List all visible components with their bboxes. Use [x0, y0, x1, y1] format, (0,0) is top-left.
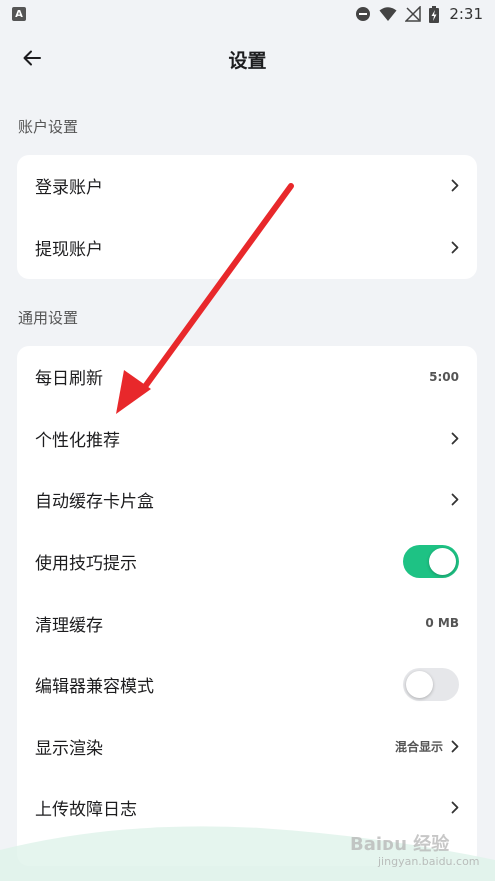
settings-item-clear-cache[interactable]: 清理缓存 0 MB: [17, 592, 477, 654]
status-time: 2:31: [449, 5, 483, 23]
general-settings-card: 每日刷新 5:00 个性化推荐 自动缓存卡片盒 使用技巧提示 清理缓存 0 MB…: [17, 346, 477, 866]
status-bar: A 2:31: [0, 0, 495, 28]
settings-item-label: 个性化推荐: [35, 430, 120, 451]
settings-item-value: 混合显示: [394, 739, 443, 754]
account-settings-card: 登录账户 提现账户: [17, 155, 477, 279]
settings-item-withdraw-account[interactable]: 提现账户: [17, 217, 477, 279]
wifi-icon: [379, 7, 397, 21]
settings-item-daily-refresh[interactable]: 每日刷新 5:00: [17, 346, 477, 408]
settings-item-label: 显示渲染: [35, 738, 103, 759]
app-notification-icon: A: [12, 7, 26, 21]
section-label-account: 账户设置: [18, 118, 79, 136]
watermark-logo: Baiᴅu 经验: [350, 834, 450, 855]
arrow-left-icon: [23, 50, 41, 66]
toggle-knob: [406, 671, 433, 699]
chevron-right-icon: [451, 179, 459, 192]
app-header: 设置: [0, 38, 495, 80]
settings-item-label: 使用技巧提示: [35, 554, 137, 575]
settings-item-label: 上传故障日志: [35, 800, 137, 821]
toggle-knob: [429, 548, 456, 576]
settings-item-label: 提现账户: [35, 239, 103, 260]
settings-item-login-account[interactable]: 登录账户: [17, 155, 477, 217]
settings-item-auto-cache-card-box[interactable]: 自动缓存卡片盒: [17, 469, 477, 531]
do-not-disturb-icon: [356, 7, 371, 21]
settings-item-label: 登录账户: [35, 178, 103, 199]
back-button[interactable]: [18, 44, 46, 72]
chevron-right-icon: [451, 802, 459, 814]
settings-item-label: 清理缓存: [35, 615, 103, 636]
no-signal-icon: [405, 6, 422, 22]
page-title: 设置: [228, 49, 267, 72]
settings-item-value: 5:00: [429, 369, 459, 384]
settings-item-editor-compat-mode: 编辑器兼容模式: [17, 654, 477, 716]
settings-item-personalized-recommendation[interactable]: 个性化推荐: [17, 408, 477, 470]
chevron-right-icon: [451, 494, 459, 506]
settings-item-display-render[interactable]: 显示渲染 混合显示: [17, 716, 477, 778]
chevron-right-icon: [451, 740, 459, 753]
settings-item-label: 每日刷新: [35, 369, 103, 390]
settings-item-value: 0 MB: [425, 616, 459, 631]
chevron-right-icon: [451, 241, 459, 254]
usage-tips-toggle[interactable]: [403, 545, 459, 579]
chevron-right-icon: [451, 432, 459, 445]
editor-compat-toggle[interactable]: [403, 668, 459, 702]
section-label-general: 通用设置: [18, 309, 79, 327]
battery-charging-icon: [429, 5, 440, 23]
settings-item-usage-tips: 使用技巧提示: [17, 531, 477, 593]
settings-item-label: 编辑器兼容模式: [35, 677, 154, 698]
settings-item-label: 自动缓存卡片盒: [35, 492, 154, 513]
watermark-url: jingyan.baidu.com: [378, 855, 480, 868]
